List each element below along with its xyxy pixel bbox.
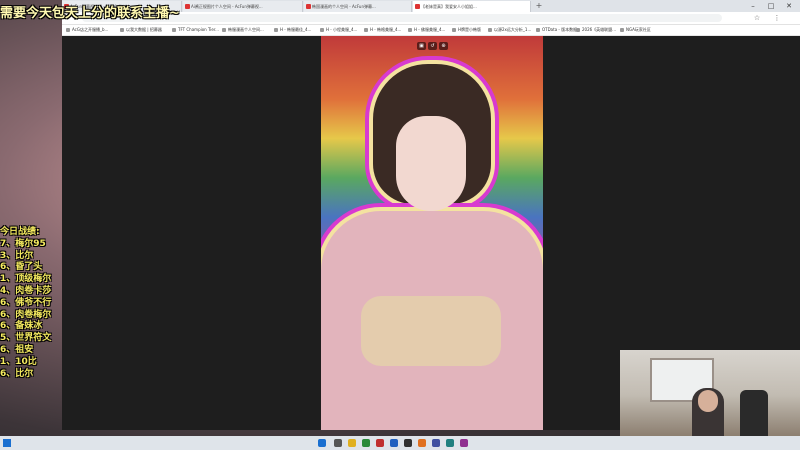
bookmark-favicon-icon [408,28,412,32]
bookmark-favicon-icon [452,28,456,32]
bookmark-favicon-icon [120,28,124,32]
tab-space-1[interactable]: Ai酱正规图片个人空间 - AcFun弹幕视... [183,1,303,12]
bookmark-star-icon[interactable]: ☆ [752,12,762,24]
streamer-head [698,390,718,412]
list-item: 6、昏了头 [0,262,43,273]
tab-active-video[interactable]: 【老妹是真】我爱安人小姐姐... [413,1,531,12]
bookmark-item[interactable]: H - 韩格美服_4... [364,25,401,35]
app-icon[interactable] [404,439,412,447]
file-explorer-icon[interactable] [348,439,356,447]
app-icon[interactable] [376,439,384,447]
bookmark-item[interactable]: TFT Champion Tier... [172,25,219,35]
start-menu-icon[interactable] [318,439,326,447]
app-icon[interactable] [390,439,398,447]
list-item: 6、肉卷梅尔 [0,309,52,320]
bookmark-item[interactable]: H - 佛服美服_4... [408,25,445,35]
minimize-button[interactable]: – [744,0,762,12]
stream-headline: 需要今天包天上分的联系主播~ [0,6,180,21]
bookmark-favicon-icon [488,28,492,32]
list-item: 4、肉卷卡莎 [0,285,52,296]
acfun-favicon-icon [185,4,190,9]
bookmark-item[interactable]: 韩服漫画个人空间... [222,25,264,35]
windows-start-icon[interactable] [3,439,11,447]
image-view-icon[interactable]: ▣ [417,42,426,50]
list-item: 6、佛爷不行 [0,297,52,308]
menu-icon[interactable]: ⋮ [772,12,782,24]
list-item: 1、顶级梅尔 [0,274,52,285]
image-zoom-icon[interactable]: ⊕ [439,42,448,50]
bookmark-favicon-icon [620,28,624,32]
bookmark-item[interactable]: OTData - 版本数据 [536,25,577,35]
bookmark-favicon-icon [320,28,324,32]
app-icon[interactable] [432,439,440,447]
list-item: 5、世界符文 [0,333,52,344]
app-icon[interactable] [460,439,468,447]
webcam-overlay [620,350,800,450]
bookmark-item[interactable]: 以源2x远大分析_1... [488,25,531,35]
portrait-face [396,116,466,211]
bookmark-item[interactable]: H牌是小韩版 [452,25,481,35]
maximize-button[interactable]: □ [762,0,780,12]
bookmark-favicon-icon [172,28,176,32]
image-rotate-icon[interactable]: ↺ [428,42,437,50]
bookmark-item[interactable]: H - 韩服最佳_4... [274,25,311,35]
app-icon[interactable] [446,439,454,447]
list-item: 6、比尔 [0,368,34,379]
tab-space-2[interactable]: 韩国漫画的个人空间 - AcFun弹幕... [304,1,412,12]
new-tab-button[interactable]: + [534,1,544,11]
list-item: 7、梅尔95 [0,238,46,249]
list-item: 1、10比 [0,356,37,367]
chrome-icon[interactable] [362,439,370,447]
taskbar [0,436,800,450]
bookmark-item[interactable]: 以我大数据 | 招募器 [120,25,162,35]
list-item: 3、比尔 [0,250,34,261]
acfun-favicon-icon [306,4,311,9]
acfun-favicon-icon [415,4,420,9]
bookmark-favicon-icon [274,28,278,32]
bookmark-favicon-icon [576,28,580,32]
bookmark-favicon-icon [222,28,226,32]
bookmark-item[interactable]: H - 小程美服_4... [320,25,357,35]
bookmark-item[interactable]: AcG店之开服播_b... [66,25,108,35]
list-item: 6、备妹冰 [0,321,43,332]
bookmark-favicon-icon [536,28,540,32]
app-icon[interactable] [418,439,426,447]
list-item: 6、祖安 [0,344,34,355]
bookmark-item[interactable]: NGA玩家社区 [620,25,651,35]
stats-title: 今日战绩: [0,227,40,237]
daily-record-panel: 今日战绩: 7、梅尔95 3、比尔 6、昏了头 1、顶级梅尔 4、肉卷卡莎 6、… [0,227,62,380]
bookmark-item[interactable]: 2026《英雄联盟... [576,25,616,35]
search-icon[interactable] [334,439,342,447]
bookmark-favicon-icon [66,28,70,32]
featured-image[interactable]: ▣ ↺ ⊕ [321,36,543,430]
bookmark-favicon-icon [364,28,368,32]
close-button[interactable]: ✕ [780,0,798,12]
hoodie-print [361,296,501,366]
bookmarks-bar: AcG店之开服播_b... 以我大数据 | 招募器 TFT Champion T… [62,25,800,36]
